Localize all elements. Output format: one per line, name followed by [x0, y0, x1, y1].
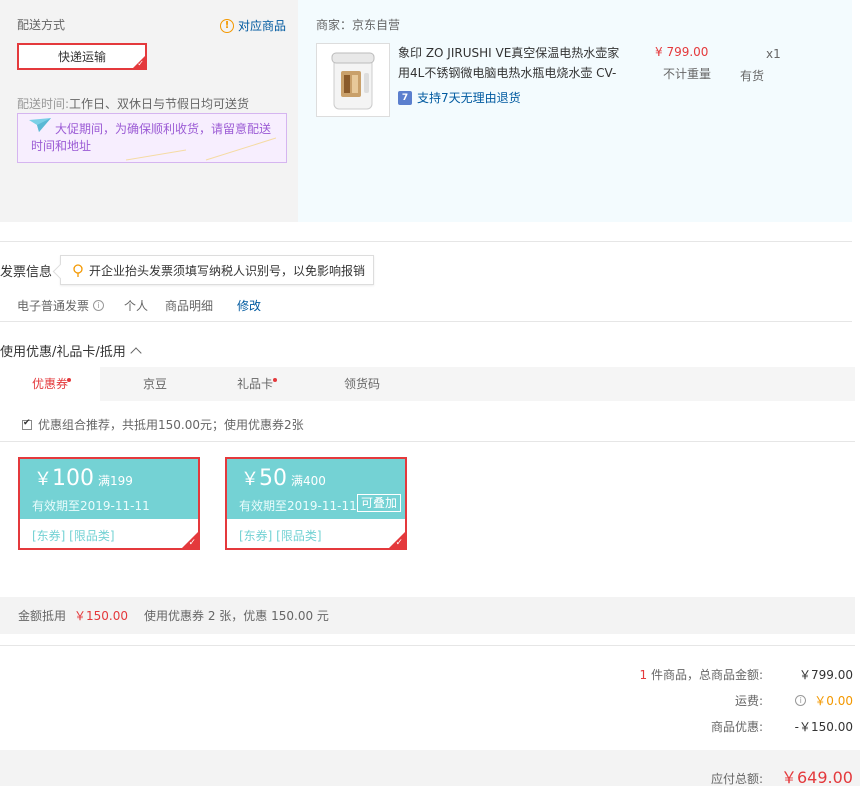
- combo-text: 优惠组合推荐，共抵用150.00元；使用优惠券2张: [38, 418, 304, 432]
- matching-products-label: 对应商品: [238, 19, 287, 33]
- summary-label: 金额抵用: [18, 609, 67, 623]
- product-stock: 有货: [740, 69, 765, 83]
- seller-name: 商家：京东自营: [316, 18, 401, 32]
- coupon-tags: [东券] [限品类]: [32, 529, 115, 543]
- return-policy-link[interactable]: 7 支持7天无理由退货: [398, 89, 521, 106]
- coupon-section-toggle[interactable]: 使用优惠/礼品卡/抵用: [0, 341, 142, 360]
- product-image[interactable]: [316, 43, 390, 117]
- product-quantity: x1: [766, 47, 781, 61]
- product-price: ¥ 799.00: [655, 45, 709, 59]
- coupon-amount: ￥50 满400: [241, 465, 326, 491]
- chevron-up-icon: [130, 346, 142, 359]
- goods-total-value: ￥799.00: [799, 668, 853, 682]
- lightbulb-icon: [73, 263, 83, 277]
- section-divider: [0, 441, 855, 442]
- coupon-tags: [东券] [限品类]: [239, 529, 322, 543]
- invoice-content: 商品明细: [165, 299, 214, 313]
- discount-value: -￥150.00: [794, 720, 853, 734]
- invoice-tip: 开企业抬头发票须填写纳税人识别号，以免影响报销: [60, 255, 374, 285]
- goods-total-label: 1 件商品，总商品金额:: [603, 666, 763, 683]
- coupon-amount: ￥100 满199: [34, 465, 133, 491]
- coupon-combo-recommendation[interactable]: 优惠组合推荐，共抵用150.00元；使用优惠券2张: [22, 416, 304, 433]
- payable-label: 应付总额:: [710, 771, 763, 786]
- combo-checkbox[interactable]: [22, 418, 32, 430]
- discount-label: 商品优惠:: [710, 720, 763, 734]
- edit-invoice-link[interactable]: 修改: [237, 297, 261, 314]
- delivery-time: 配送时间:工作日、双休日与节假日均可送货: [17, 95, 249, 112]
- coupon-face: ￥100 满199 有效期至2019-11-11: [20, 459, 198, 519]
- check-mark-icon: ✓: [188, 538, 196, 548]
- check-mark-icon: ✓: [395, 538, 403, 548]
- return-policy-label: 支持7天无理由退货: [417, 91, 521, 105]
- info-icon[interactable]: i: [795, 695, 807, 706]
- section-divider: [0, 645, 855, 646]
- promo-notice: 大促期间，为确保顺利收货，请留意配送时间和地址: [17, 113, 287, 163]
- tab-coupons[interactable]: 优惠券: [0, 367, 100, 401]
- currency-symbol: ￥: [34, 469, 52, 490]
- section-divider: [0, 321, 852, 322]
- tab-gift-card[interactable]: 礼品卡: [210, 367, 300, 401]
- goods-total-text: 件商品，总商品金额:: [650, 668, 763, 682]
- coupon-condition: 满199: [98, 474, 133, 488]
- coupon-face: ￥50 满400 有效期至2019-11-11 可叠加: [227, 459, 405, 519]
- invoice-type: 电子普通发票 i: [17, 297, 105, 314]
- tab-jingdou[interactable]: 京豆: [110, 367, 200, 401]
- summary-amount: ￥150.00: [74, 609, 129, 623]
- info-icon[interactable]: i: [93, 300, 105, 311]
- check-mark-icon: ✓: [137, 59, 144, 68]
- item-count: 1: [639, 668, 648, 682]
- express-shipping-option[interactable]: 快递运输 ✓: [17, 43, 147, 70]
- section-divider: [0, 241, 852, 242]
- shipping-option-label: 快递运输: [57, 50, 106, 64]
- freight-label: 运费:: [734, 694, 763, 708]
- invoice-title: 发票信息: [0, 265, 53, 280]
- coupon-validity: 有效期至2019-11-11: [239, 499, 357, 513]
- paper-plane-icon: [29, 118, 51, 132]
- thermos-image-icon: [331, 52, 375, 110]
- discount-row: 商品优惠: -￥150.00: [603, 718, 853, 735]
- delivery-time-value: 工作日、双休日与节假日均可送货: [69, 97, 250, 111]
- warning-icon: !: [220, 18, 234, 33]
- summary-description: 使用优惠券 2 张，优惠 150.00 元: [144, 609, 329, 623]
- payable-row: 应付总额: ￥649.00: [603, 764, 853, 786]
- red-dot-icon: [67, 378, 71, 382]
- product-weight: 不计重量: [663, 67, 712, 81]
- tab-jingdou-label: 京豆: [142, 377, 167, 391]
- tab-gift-card-label: 礼品卡: [236, 377, 273, 391]
- coupon-value: 50: [259, 466, 287, 491]
- coupon-card[interactable]: ￥100 满199 有效期至2019-11-11 [东券] [限品类] ✓: [18, 457, 200, 550]
- freight-row: 运费: i ￥0.00: [603, 692, 853, 709]
- tab-redeem-code[interactable]: 领货码: [317, 367, 407, 401]
- freight-amount: ￥0.00: [814, 694, 853, 708]
- goods-total-row: 1 件商品，总商品金额: ￥799.00: [603, 666, 853, 683]
- tab-redeem-code-label: 领货码: [343, 377, 380, 391]
- red-dot-icon: [273, 378, 277, 382]
- coupon-section-title: 使用优惠/礼品卡/抵用: [0, 345, 126, 360]
- coupon-value: 100: [52, 466, 94, 491]
- invoice-tip-text: 开企业抬头发票须填写纳税人识别号，以免影响报销: [89, 263, 366, 278]
- currency-symbol: ￥: [241, 469, 259, 490]
- coupon-condition: 满400: [291, 474, 326, 488]
- coupon-summary: 金额抵用 ￥150.00 使用优惠券 2 张，优惠 150.00 元: [0, 597, 855, 634]
- freight-value: i ￥0.00: [763, 692, 853, 709]
- matching-products-link[interactable]: ! 对应商品: [220, 17, 286, 34]
- product-name-link[interactable]: 象印 ZO JIRUSHI VE真空保温电热水壶家用4L不锈钢微电脑电热水瓶电烧…: [398, 43, 620, 83]
- seven-day-return-icon: 7: [398, 90, 412, 105]
- invoice-title-type: 个人: [124, 299, 149, 313]
- shipping-method-title: 配送方式: [17, 18, 66, 32]
- invoice-type-label: 电子普通发票: [17, 299, 90, 313]
- coupon-validity: 有效期至2019-11-11: [32, 499, 150, 513]
- decorative-lines-icon: [126, 137, 276, 161]
- coupon-card[interactable]: ￥50 满400 有效期至2019-11-11 可叠加 [东券] [限品类] ✓: [225, 457, 407, 550]
- delivery-time-label: 配送时间:: [17, 97, 70, 111]
- stackable-badge: 可叠加: [357, 494, 402, 512]
- payable-value: ￥649.00: [781, 768, 853, 786]
- tab-coupons-label: 优惠券: [31, 377, 68, 391]
- coupon-tabs: 优惠券 京豆 礼品卡 领货码: [0, 367, 855, 401]
